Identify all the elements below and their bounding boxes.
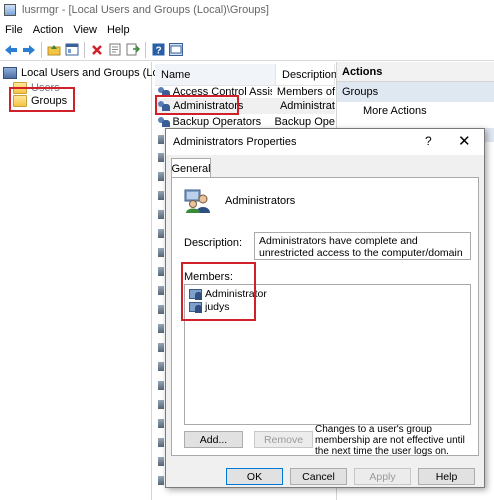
dialog-title: Administrators Properties	[173, 136, 297, 148]
group-icon	[158, 457, 164, 466]
group-icon	[158, 135, 164, 144]
computer-management-icon	[4, 4, 16, 16]
users-groups-icon	[3, 67, 17, 79]
menu-file[interactable]: File	[0, 24, 28, 36]
general-tab-panel: Administrators Description: Administrato…	[171, 177, 479, 457]
group-icon	[158, 153, 164, 162]
window-title: lusrmgr - [Local Users and Groups (Local…	[22, 4, 269, 16]
dialog-titlebar: Administrators Properties	[166, 129, 484, 155]
menu-help[interactable]: Help	[102, 24, 135, 36]
actions-header: Actions	[337, 62, 494, 82]
group-icon	[158, 400, 164, 409]
group-icon	[158, 362, 164, 371]
remove-button[interactable]: Remove	[254, 431, 313, 448]
group-icon	[157, 116, 171, 128]
actions-section-groups[interactable]: Groups	[337, 82, 494, 102]
back-arrow-icon[interactable]	[3, 42, 19, 58]
tree-root[interactable]: Local Users and Groups (Local)	[3, 65, 176, 81]
highlight-members	[181, 262, 256, 321]
highlight-administrators	[155, 95, 239, 115]
tree-root-label: Local Users and Groups (Local)	[21, 67, 177, 79]
list-row-description: Members of	[276, 86, 335, 98]
more-actions-link[interactable]: More Actions	[363, 105, 427, 117]
group-icon	[158, 267, 164, 276]
toolbar: ?	[0, 39, 494, 61]
group-icon	[158, 172, 164, 181]
group-icon	[158, 343, 164, 352]
group-icon	[158, 229, 164, 238]
group-icon	[184, 189, 210, 213]
group-icon	[158, 438, 164, 447]
toolbar-separator	[145, 41, 146, 58]
properties-icon[interactable]	[107, 42, 123, 58]
help-icon[interactable]: ?	[425, 134, 432, 148]
highlight-groups	[9, 87, 75, 112]
add-button[interactable]: Add...	[184, 431, 243, 448]
properties-dialog: Administrators Properties ? ✕ General Ad…	[165, 128, 485, 488]
apply-button[interactable]: Apply	[354, 468, 411, 485]
window-titlebar: lusrmgr - [Local Users and Groups (Local…	[0, 0, 494, 20]
export-icon[interactable]	[125, 42, 141, 58]
menu-view[interactable]: View	[68, 24, 102, 36]
close-icon[interactable]: ✕	[458, 132, 471, 150]
delete-icon[interactable]	[89, 42, 105, 58]
console-icon[interactable]	[168, 42, 184, 58]
help-button[interactable]: Help	[418, 468, 475, 485]
group-icon	[158, 248, 164, 257]
tree-pane: Local Users and Groups (Local) Users Gro…	[0, 62, 176, 500]
list-row-name: Backup Operators	[172, 116, 262, 128]
up-folder-icon[interactable]	[46, 42, 62, 58]
help-icon[interactable]: ?	[150, 42, 166, 58]
group-icon	[158, 286, 164, 295]
group-icon	[158, 419, 164, 428]
group-icon	[158, 381, 164, 390]
ok-button[interactable]: OK	[226, 468, 283, 485]
toolbar-separator	[84, 41, 85, 58]
cancel-button[interactable]: Cancel	[290, 468, 347, 485]
tab-general[interactable]: General	[171, 158, 211, 178]
forward-arrow-icon[interactable]	[21, 42, 37, 58]
description-field[interactable]: Administrators have complete and unrestr…	[254, 232, 471, 260]
group-icon	[158, 191, 164, 200]
toolbar-separator	[41, 41, 42, 58]
group-name: Administrators	[225, 195, 296, 207]
column-header-description[interactable]: Description	[276, 64, 337, 86]
menu-bar: File Action View Help	[0, 20, 494, 39]
description-label: Description:	[184, 237, 243, 249]
list-row-description: Backup Ope	[274, 116, 335, 128]
column-header-name[interactable]: Name	[155, 64, 276, 86]
show-tree-icon[interactable]	[64, 42, 80, 58]
group-icon	[158, 324, 164, 333]
menu-action[interactable]: Action	[28, 24, 69, 36]
group-icon	[158, 210, 164, 219]
group-icon	[158, 305, 164, 314]
group-icon	[158, 476, 164, 485]
group-membership-note: Changes to a user's group membership are…	[315, 424, 465, 457]
svg-text:?: ?	[155, 46, 161, 57]
list-row-description: Administrat	[279, 100, 335, 112]
